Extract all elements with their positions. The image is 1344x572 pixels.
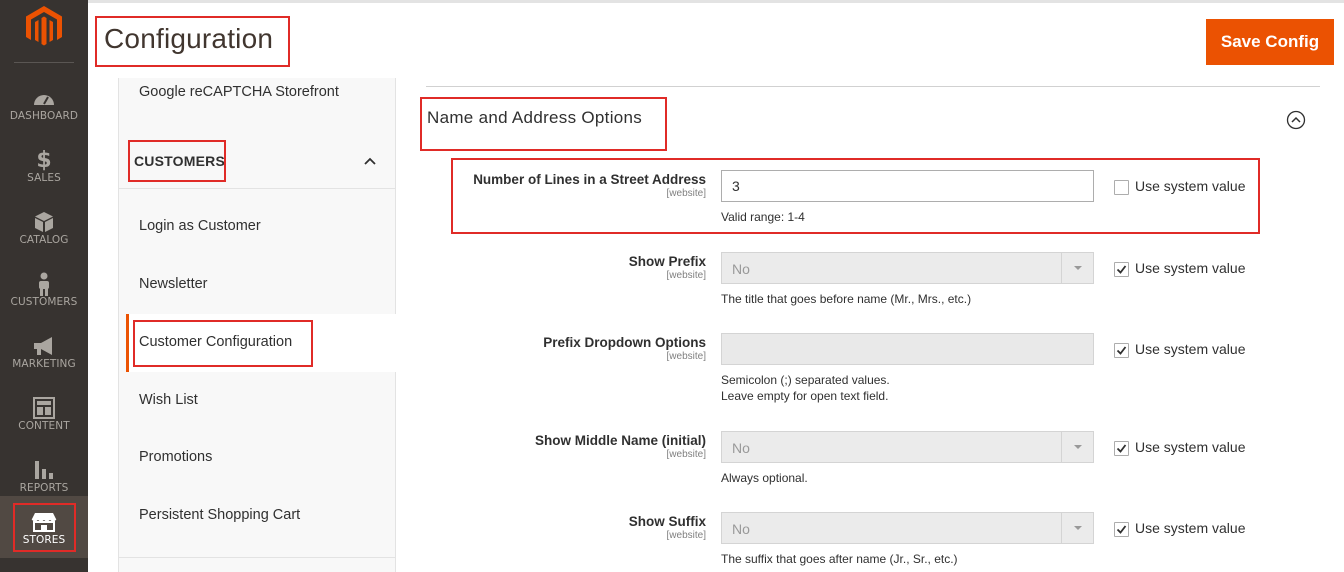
tab-google-recaptcha-storefront[interactable]: Google reCAPTCHA Storefront — [119, 84, 395, 134]
show-suffix-label: Show Suffix — [628, 514, 706, 529]
admin-menu: DASHBOARD $ SALES CATALOG CUSTOMERS MARK… — [0, 0, 88, 572]
menu-label: CUSTOMERS — [10, 296, 78, 308]
menu-item-dashboard[interactable]: DASHBOARD — [0, 72, 88, 134]
tab-label: Wish List — [139, 392, 198, 408]
select-value: No — [732, 521, 750, 537]
menu-item-customers[interactable]: CUSTOMERS — [0, 258, 88, 320]
checkbox-label: Use system value — [1135, 178, 1246, 194]
tab-label: Promotions — [139, 449, 213, 465]
checkbox-label: Use system value — [1135, 439, 1246, 455]
checkbox-checked[interactable] — [1114, 522, 1129, 537]
checkbox-checked[interactable] — [1114, 262, 1129, 277]
tab-label: Persistent Shopping Cart — [139, 507, 301, 523]
bar-chart-icon — [0, 459, 88, 481]
prefix-options-label: Prefix Dropdown Options — [543, 335, 706, 350]
note-line: Leave empty for open text field. — [721, 389, 889, 403]
dropdown-arrow-icon — [1061, 513, 1093, 543]
checkbox-label: Use system value — [1135, 520, 1246, 536]
show-middle-name-label: Show Middle Name (initial) — [534, 433, 706, 448]
collapse-circle-icon[interactable] — [1286, 110, 1306, 130]
menu-label: CONTENT — [18, 420, 70, 432]
checkbox-label: Use system value — [1135, 260, 1246, 276]
field-note: The title that goes before name (Mr., Mr… — [721, 292, 972, 306]
header-top-border — [88, 0, 1344, 3]
menu-item-catalog[interactable]: CATALOG — [0, 196, 88, 258]
config-tabs: Google reCAPTCHA Storefront CUSTOMERS Lo… — [118, 78, 396, 572]
menu-label: DASHBOARD — [9, 110, 79, 122]
field-note: Valid range: 1-4 — [721, 210, 805, 224]
field-note: Semicolon (;) separated values. Leave em… — [721, 372, 890, 404]
select-value: No — [732, 440, 750, 456]
dropdown-arrow-icon — [1061, 253, 1093, 283]
menu-item-content[interactable]: CONTENT — [0, 382, 88, 444]
show-middle-name-select[interactable]: No — [721, 431, 1094, 463]
note-line: Semicolon (;) separated values. — [721, 373, 890, 387]
magento-logo-icon[interactable] — [24, 4, 64, 48]
dropdown-arrow-icon — [1061, 432, 1093, 462]
show-suffix-select[interactable]: No — [721, 512, 1094, 544]
field-note: Always optional. — [721, 471, 808, 485]
checkbox-unchecked[interactable] — [1114, 180, 1129, 195]
checkbox-checked[interactable] — [1114, 343, 1129, 358]
stores-highlight-box — [13, 503, 76, 552]
tab-label: Google reCAPTCHA Storefront — [139, 84, 339, 100]
menu-label: SALES — [27, 172, 61, 184]
dollar-icon: $ — [36, 147, 52, 173]
title-highlight-box — [95, 16, 290, 67]
megaphone-icon — [0, 335, 88, 357]
scope-label: [website] — [666, 351, 706, 362]
field-note: The suffix that goes after name (Jr., Sr… — [721, 552, 958, 566]
tab-separator — [119, 188, 395, 189]
save-config-button[interactable]: Save Config — [1206, 19, 1334, 65]
tab-label: Newsletter — [139, 276, 208, 292]
menu-divider — [14, 62, 74, 63]
menu-item-marketing[interactable]: MARKETING — [0, 320, 88, 382]
menu-label: CATALOG — [19, 234, 69, 246]
menu-label: REPORTS — [19, 482, 69, 494]
prefix-options-input[interactable] — [721, 333, 1094, 365]
scope-label: [website] — [666, 530, 706, 541]
chevron-up-icon — [364, 157, 376, 165]
section-title-highlight-box — [420, 97, 667, 151]
checkbox-label: Use system value — [1135, 341, 1246, 357]
checkbox-checked[interactable] — [1114, 441, 1129, 456]
tab-separator — [119, 557, 395, 558]
box-icon — [0, 211, 88, 233]
show-prefix-select[interactable]: No — [721, 252, 1094, 284]
show-prefix-label: Show Prefix — [628, 254, 706, 269]
scope-label: [website] — [666, 270, 706, 281]
menu-item-sales[interactable]: $ SALES — [0, 134, 88, 196]
dashboard-icon — [0, 87, 88, 109]
tab-label: Login as Customer — [139, 218, 261, 234]
person-icon — [0, 272, 88, 296]
scope-label: [website] — [666, 188, 706, 199]
menu-label: MARKETING — [12, 358, 76, 370]
layout-icon — [0, 397, 88, 419]
customer-configuration-highlight-box — [133, 320, 313, 367]
select-value: No — [732, 261, 750, 277]
section-top-border — [426, 86, 1320, 87]
scope-label: [website] — [666, 449, 706, 460]
customers-highlight-box — [128, 140, 226, 182]
street-lines-input[interactable] — [721, 170, 1094, 202]
street-lines-label: Number of Lines in a Street Address — [473, 172, 706, 187]
